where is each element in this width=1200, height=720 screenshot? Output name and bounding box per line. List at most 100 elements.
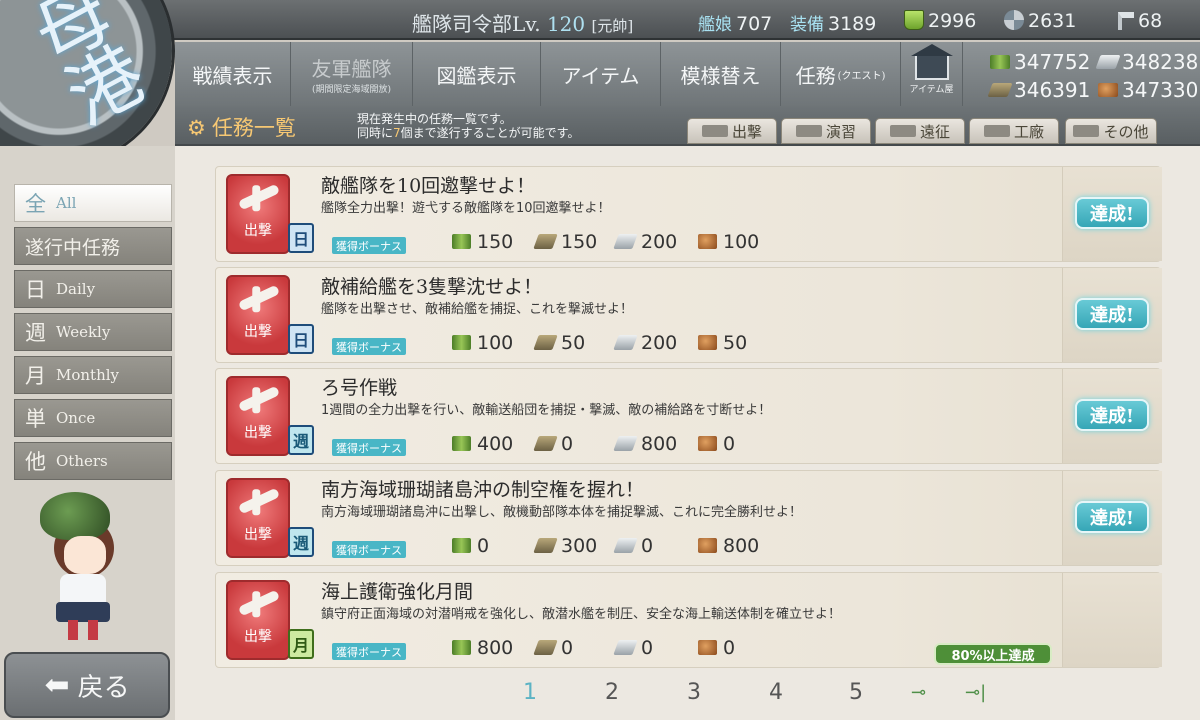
quest-item[interactable]: 出撃 月 海上護衛強化月間 鎮守府正面海域の対潜哨戒を強化し、敵潜水艦を制圧、安…	[215, 572, 1162, 668]
reward-steel-value: 0	[641, 637, 654, 659]
last-page-icon[interactable]: ⊸|	[965, 682, 986, 703]
page-title-text: 任務一覧	[211, 116, 296, 140]
nav-item-shop-button[interactable]: アイテム屋	[901, 42, 963, 106]
reward-ammo: 0	[533, 637, 574, 659]
reward-bauxite: 100	[698, 231, 759, 253]
achieved-badge[interactable]: 達成!	[1075, 298, 1149, 330]
steel-icon	[613, 538, 638, 553]
arsenal-icon	[983, 125, 1010, 137]
bauxite-value: 347330	[1122, 78, 1199, 102]
filter-all-kanji: 全	[25, 192, 46, 216]
quest-item[interactable]: 出撃 日 敵艦隊を10回邀撃せよ！ 艦隊全力出撃！遊弋する敵艦隊を10回邀撃せよ…	[215, 166, 1162, 262]
reward-steel: 200	[613, 332, 677, 354]
chibi-skirt	[56, 602, 110, 622]
filter-monthly[interactable]: 月 Monthly	[14, 356, 172, 394]
chibi-camo-cap	[40, 492, 110, 540]
ammo-icon	[533, 234, 558, 249]
weekly-freq-icon: 週	[288, 527, 314, 557]
quest-title: 海上護衛強化月間	[321, 581, 474, 603]
reward-fuel: 800	[452, 637, 513, 659]
tab-arsenal-label: 工廠	[1013, 122, 1044, 141]
quest-description: 現在発生中の任務一覧です。 同時に7個まで遂行することが可能です。	[357, 112, 579, 140]
fuel-resource: 347752	[990, 50, 1090, 74]
reward-steel-value: 200	[641, 231, 678, 253]
hq-label: 艦隊司令部Lv.	[412, 12, 541, 36]
tab-other[interactable]: その他	[1065, 118, 1157, 144]
quest-item[interactable]: 出撃 週 ろ号作戦 1週間の全力出撃を行い、敵輸送船団を捕捉・撃滅、敵の補給路を…	[215, 368, 1162, 464]
bauxite-icon	[698, 538, 717, 553]
hammer-icon	[1118, 12, 1134, 30]
filter-weekly-label: Weekly	[56, 323, 111, 341]
nav-friend-fleet-button[interactable]: 友軍艦隊 (期間限定海域開放)	[291, 42, 413, 106]
tab-sortie[interactable]: 出撃	[687, 118, 777, 144]
reward-ammo-value: 0	[561, 637, 574, 659]
bauxite-icon	[698, 335, 717, 350]
reward-bauxite-value: 0	[723, 433, 736, 455]
filter-all[interactable]: 全 All	[14, 184, 172, 222]
shop-icon	[910, 43, 953, 80]
screw-icon	[1004, 10, 1024, 30]
filter-once[interactable]: 単 Once	[14, 399, 172, 437]
chibi-legs	[68, 620, 98, 640]
bucket-value: 2996	[928, 10, 977, 32]
tab-arsenal[interactable]: 工廠	[969, 118, 1059, 144]
tab-exercise[interactable]: 演習	[781, 118, 871, 144]
bonus-label: 獲得ボーナス	[332, 237, 406, 254]
reward-fuel: 150	[452, 231, 513, 253]
page-5[interactable]: 5	[849, 680, 863, 705]
rank: [元帥]	[591, 17, 634, 35]
filter-daily[interactable]: 日 Daily	[14, 270, 172, 308]
quest-limit-number: 7	[393, 126, 401, 140]
tab-expedition[interactable]: 遠征	[875, 118, 965, 144]
ammo-icon	[533, 335, 558, 350]
quest-status-cell: 達成!	[1062, 268, 1162, 362]
reward-steel: 0	[613, 637, 654, 659]
quest-desc: 鎮守府正面海域の対潜哨戒を強化し、敵潜水艦を制圧、安全な海上輸送体制を確立せよ！	[321, 607, 842, 622]
quest-item[interactable]: 出撃 週 南方海域珊瑚諸島沖の制空権を握れ！ 南方海域珊瑚諸島沖に出撃し、敵機動…	[215, 470, 1162, 566]
achieved-badge[interactable]: 達成!	[1075, 399, 1149, 431]
nav-encyclopedia-button[interactable]: 図鑑表示	[413, 42, 541, 106]
sortie-badge: 出撃	[226, 174, 290, 254]
filter-in-progress[interactable]: 遂行中任務	[14, 227, 172, 265]
filter-weekly[interactable]: 週 Weekly	[14, 313, 172, 351]
page-1[interactable]: 1	[523, 680, 537, 705]
ammo-icon	[1095, 55, 1121, 69]
nav-furniture-button[interactable]: 模様替え	[661, 42, 781, 106]
reward-fuel-value: 800	[477, 637, 514, 659]
page-2[interactable]: 2	[605, 680, 619, 705]
quest-item[interactable]: 出撃 日 敵補給艦を3隻撃沈せよ！ 艦隊を出撃させ、敵補給艦を捕捉、これを撃滅せ…	[215, 267, 1162, 363]
steel-resource: 346391	[987, 78, 1090, 102]
back-button[interactable]: ⬅ 戻る	[4, 652, 170, 718]
nav-encyclopedia-label: 図鑑表示	[436, 63, 517, 88]
page-4[interactable]: 4	[769, 680, 783, 705]
reward-fuel: 100	[452, 332, 513, 354]
sortie-badge: 出撃	[226, 376, 290, 456]
reward-ammo: 50	[533, 332, 585, 354]
reward-ammo-value: 150	[561, 231, 598, 253]
filter-daily-label: Daily	[56, 280, 96, 298]
reward-bauxite: 0	[698, 433, 735, 455]
fuel-icon	[452, 335, 471, 350]
reward-fuel-value: 150	[477, 231, 514, 253]
tab-exercise-label: 演習	[825, 122, 856, 141]
page-3[interactable]: 3	[687, 680, 701, 705]
achieved-badge[interactable]: 達成!	[1075, 501, 1149, 533]
reward-ammo: 150	[533, 231, 598, 253]
nav-quest-button[interactable]: 任務 (クエスト)	[781, 42, 901, 106]
reward-ammo-value: 300	[561, 535, 598, 557]
reward-steel: 200	[613, 231, 678, 253]
hammer-value: 68	[1138, 10, 1163, 32]
next-page-icon[interactable]: ⊸	[911, 682, 926, 703]
achieved-badge[interactable]: 達成!	[1075, 197, 1149, 229]
home-port-emblem[interactable]: 母港	[0, 0, 172, 164]
nav-friend-fleet-sub: (期間限定海域開放)	[311, 85, 392, 95]
fuel-icon	[452, 538, 471, 553]
nav-record-button[interactable]: 戦績表示	[175, 42, 291, 106]
fuel-icon	[452, 640, 471, 655]
reward-steel-value: 800	[641, 433, 678, 455]
sortie-badge: 出撃	[226, 275, 290, 355]
nav-item-button[interactable]: アイテム	[541, 42, 661, 106]
bucket-icon	[904, 10, 924, 30]
filter-others[interactable]: 他 Others	[14, 442, 172, 480]
quest-desc-line2: 同時に7個まで遂行することが可能です。	[357, 126, 579, 140]
